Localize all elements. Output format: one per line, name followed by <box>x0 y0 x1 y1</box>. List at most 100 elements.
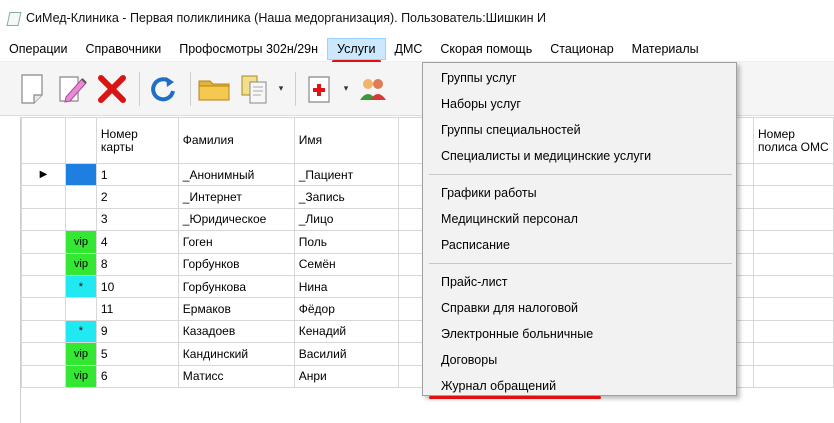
medical-card-icon[interactable] <box>301 71 337 107</box>
menu-item-ambulance[interactable]: Скорая помощь <box>431 38 541 60</box>
copy-icon[interactable] <box>236 71 272 107</box>
firstname-cell[interactable]: Василий <box>293 342 399 366</box>
menu-item-hospital[interactable]: Стационар <box>541 38 622 60</box>
menu-separator <box>429 174 732 175</box>
row-header[interactable] <box>21 252 66 276</box>
patient-mark-cell[interactable]: * <box>64 274 97 299</box>
firstname-cell[interactable]: Поль <box>293 230 399 254</box>
firstname-cell[interactable]: Кенадий <box>293 319 399 344</box>
lastname-cell[interactable]: Казадоев <box>177 319 295 344</box>
firstname-cell[interactable]: Семён <box>293 252 399 276</box>
patient-mark-cell[interactable] <box>64 162 97 187</box>
patient-mark-cell[interactable]: vip <box>64 230 97 254</box>
menu-item-references[interactable]: Справочники <box>76 38 170 60</box>
card-number-column-header[interactable]: Номер карты <box>95 117 179 164</box>
patient-mark-cell[interactable]: vip <box>64 364 97 388</box>
patient-mark-cell[interactable] <box>64 185 97 209</box>
menu-item-service-sets[interactable]: Наборы услуг <box>423 91 736 117</box>
firstname-cell[interactable]: Фёдор <box>293 297 399 321</box>
policy-cell[interactable] <box>753 185 834 209</box>
card-number-cell[interactable]: 4 <box>95 230 179 254</box>
menu-item-dms[interactable]: ДМС <box>386 38 432 60</box>
lastname-cell[interactable]: Ермаков <box>177 297 295 321</box>
policy-cell[interactable] <box>753 297 834 321</box>
lastname-cell[interactable]: Горбунков <box>177 252 295 276</box>
row-header[interactable] <box>21 297 66 321</box>
card-number-cell[interactable]: 2 <box>95 185 179 209</box>
lastname-cell[interactable]: Гоген <box>177 230 295 254</box>
patient-mark-cell[interactable]: vip <box>64 252 97 276</box>
firstname-cell[interactable]: Нина <box>293 274 399 299</box>
patient-mark-cell[interactable] <box>64 207 97 232</box>
menu-item-schedule[interactable]: Расписание <box>423 232 736 258</box>
policy-cell[interactable] <box>753 342 834 366</box>
card-number-cell[interactable]: 10 <box>95 274 179 299</box>
menu-item-materials[interactable]: Материалы <box>623 38 708 60</box>
firstname-cell[interactable]: _Пациент <box>293 162 399 187</box>
row-header[interactable]: ▶ <box>21 162 66 187</box>
menu-item-specialty-groups[interactable]: Группы специальностей <box>423 117 736 143</box>
policy-cell[interactable] <box>753 364 834 388</box>
lastname-cell[interactable]: Кандинский <box>177 342 295 366</box>
menu-item-label: ДМС <box>394 41 423 56</box>
lastname-column-header[interactable]: Фамилия <box>177 117 295 164</box>
menu-item-label: Справки для налоговой <box>441 301 579 315</box>
menu-item-service-groups[interactable]: Группы услуг <box>423 65 736 91</box>
row-header[interactable] <box>21 230 66 254</box>
menu-item-medical-staff[interactable]: Медицинский персонал <box>423 206 736 232</box>
patient-mark-cell[interactable]: * <box>64 319 97 344</box>
delete-icon[interactable] <box>94 71 130 107</box>
refresh-icon[interactable] <box>145 71 181 107</box>
chevron-down-icon[interactable]: ▾ <box>341 71 351 107</box>
patient-mark-cell[interactable] <box>64 297 97 321</box>
policy-column-header[interactable]: Номер полиса ОМС <box>753 117 834 164</box>
policy-cell[interactable] <box>753 207 834 232</box>
row-header[interactable] <box>21 207 66 232</box>
menu-separator <box>429 263 732 264</box>
lastname-cell[interactable]: _Интернет <box>177 185 295 209</box>
menu-item-contracts[interactable]: Договоры <box>423 347 736 373</box>
chevron-down-icon[interactable]: ▾ <box>276 71 286 107</box>
policy-cell[interactable] <box>753 230 834 254</box>
new-document-icon[interactable] <box>14 71 50 107</box>
card-number-cell[interactable]: 3 <box>95 207 179 232</box>
menu-item-operations[interactable]: Операции <box>0 38 76 60</box>
menu-item-electronic-sick-leaves[interactable]: Электронные больничные <box>423 321 736 347</box>
folder-icon[interactable] <box>196 71 232 107</box>
policy-cell[interactable] <box>753 319 834 344</box>
menu-item-visits-journal[interactable]: Журнал обращений <box>423 373 736 399</box>
card-number-cell[interactable]: 11 <box>95 297 179 321</box>
users-icon[interactable] <box>355 71 391 107</box>
row-header[interactable] <box>21 364 66 388</box>
firstname-cell[interactable]: _Запись <box>293 185 399 209</box>
policy-cell[interactable] <box>753 252 834 276</box>
menu-item-checkups[interactable]: Профосмотры 302н/29н <box>170 38 327 60</box>
lastname-cell[interactable]: Матисс <box>177 364 295 388</box>
menu-item-work-schedules[interactable]: Графики работы <box>423 180 736 206</box>
row-header[interactable] <box>21 342 66 366</box>
row-header[interactable] <box>21 319 66 344</box>
policy-cell[interactable] <box>753 274 834 299</box>
card-number-cell[interactable]: 6 <box>95 364 179 388</box>
menu-item-label: Группы специальностей <box>441 123 581 137</box>
card-number-cell[interactable]: 5 <box>95 342 179 366</box>
firstname-column-header[interactable]: Имя <box>293 117 399 164</box>
lastname-cell[interactable]: Горбункова <box>177 274 295 299</box>
card-number-cell[interactable]: 1 <box>95 162 179 187</box>
firstname-cell[interactable]: Анри <box>293 364 399 388</box>
row-header[interactable] <box>21 274 66 299</box>
menu-item-price-list[interactable]: Прайс-лист <box>423 269 736 295</box>
card-number-cell[interactable]: 9 <box>95 319 179 344</box>
menu-item-services[interactable]: Услуги <box>327 37 386 63</box>
menu-item-specialists-services[interactable]: Специалисты и медицинские услуги <box>423 143 736 169</box>
menu-item-tax-certificates[interactable]: Справки для налоговой <box>423 295 736 321</box>
card-number-cell[interactable]: 8 <box>95 252 179 276</box>
lastname-cell[interactable]: _Юридическое <box>177 207 295 232</box>
row-header[interactable] <box>21 185 66 209</box>
firstname-cell[interactable]: _Лицо <box>293 207 399 232</box>
patient-mark-cell[interactable]: vip <box>64 342 97 366</box>
menu-item-label: Графики работы <box>441 186 537 200</box>
policy-cell[interactable] <box>753 162 834 187</box>
lastname-cell[interactable]: _Анонимный <box>177 162 295 187</box>
edit-icon[interactable] <box>54 71 90 107</box>
